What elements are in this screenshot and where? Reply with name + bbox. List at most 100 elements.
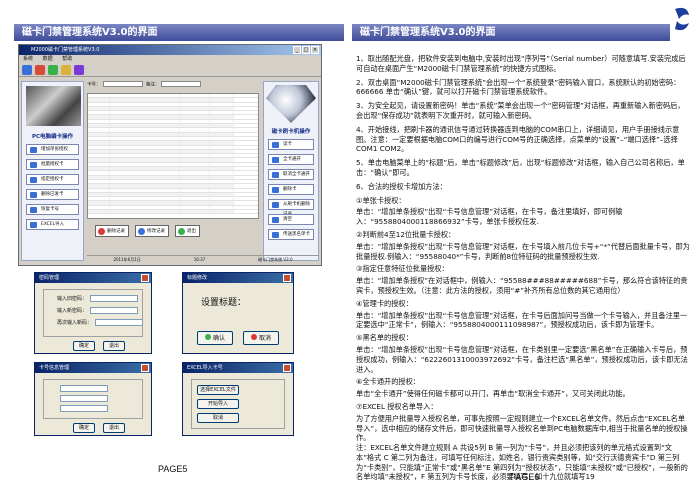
delete-card-button[interactable]: 删除已发卡 <box>26 189 79 200</box>
restore-card-button[interactable]: 恢复卡号 <box>26 204 79 215</box>
card-exit-button[interactable]: 退出 <box>103 423 125 433</box>
excel-dialog-titlebar: EXCEL导入卡号 <box>183 363 293 373</box>
table-cell <box>210 102 234 106</box>
send-blacklist-button[interactable]: 传送黑名单卡 <box>268 229 314 240</box>
add-single-auth-button[interactable]: 增加单张授权 <box>26 144 79 155</box>
table-cell <box>110 115 180 119</box>
table-cell <box>88 197 110 201</box>
table-cell <box>210 201 234 205</box>
step-4: 4、开始接线，把刷卡器的通讯信号通过转换器连到电脑的COM串口上，详细请见，用户… <box>356 124 680 154</box>
table-cell <box>210 128 234 132</box>
card-type-select[interactable] <box>60 395 108 402</box>
menu-help[interactable]: 帮助 <box>62 56 72 62</box>
card-number-input[interactable] <box>102 81 143 87</box>
exit-button[interactable]: 退出 <box>175 225 200 237</box>
confirm-password-input[interactable] <box>95 319 144 326</box>
reader-icon <box>272 217 279 223</box>
close-icon[interactable]: × <box>311 46 319 54</box>
table-row[interactable] <box>88 210 258 215</box>
start-import-button[interactable]: 开始导入 <box>197 399 239 409</box>
excel-import-dialog: EXCEL导入卡号 选择EXCEL文件 开始导入 取消 <box>182 362 294 436</box>
menu-system[interactable]: 系统 <box>23 56 33 62</box>
table-cell <box>180 192 210 197</box>
right-panel-title: 磁卡刷卡机操作 <box>271 129 311 135</box>
menu-data[interactable]: 数据 <box>43 56 53 62</box>
toolbar-icon-2[interactable] <box>35 64 45 75</box>
title-cancel-button[interactable]: 取消 <box>243 331 279 345</box>
table-cell <box>210 197 234 201</box>
table-cell <box>88 128 110 132</box>
delete-record-button[interactable]: 删除记录 <box>95 225 129 237</box>
card-ok-button[interactable]: 确定 <box>73 423 95 433</box>
auth-item-6: ⑥全卡通开的授权： 单击“全卡通开”使得任何磁卡都可以开门，再单击“取消全卡通开”… <box>356 377 630 399</box>
table-cell <box>110 210 180 214</box>
card-field-2 <box>57 395 108 402</box>
card-icon <box>30 162 37 168</box>
main-window-titlebar: M2000磁卡门禁管理系统V3.0 _ □ × <box>19 45 321 55</box>
table-cell <box>180 128 210 132</box>
toolbar-icon-1[interactable] <box>22 64 32 75</box>
title-modify-dialog: 标题修改 设置标题： 确认 取消 <box>182 272 294 354</box>
table-cell <box>210 111 234 115</box>
close-icon[interactable] <box>141 364 149 372</box>
card-icon <box>30 207 37 213</box>
step-6: 6、合法的授权卡增加方法： <box>356 181 447 191</box>
new-password-field: 输入新密码： <box>57 307 139 314</box>
all-pass-button[interactable]: 全卡通开 <box>268 154 314 165</box>
new-password-input[interactable] <box>90 307 139 314</box>
old-password-input[interactable] <box>90 295 139 302</box>
remark-input[interactable] <box>161 81 202 87</box>
auth-item-7: ⑦EXCEL 授权名单导入： 为了方便用户批量导入授权名单，可事先按照一定规则建立… <box>356 401 688 482</box>
excel-cancel-button[interactable]: 取消 <box>197 413 239 423</box>
specified-auth-button[interactable]: 指定授权卡 <box>26 174 79 185</box>
maximize-icon[interactable]: □ <box>302 46 310 54</box>
read-card-button[interactable]: 读卡 <box>268 139 314 150</box>
table-cell <box>110 128 180 132</box>
step-1: 1、取出随配光盘，把软件安装到电脑中,安装时出现“序列号”（Serial num… <box>356 54 686 73</box>
clear-button[interactable]: 清空 <box>268 214 314 225</box>
diamond-image <box>266 85 316 123</box>
toolbar-icon-5[interactable] <box>74 64 84 75</box>
table-cell <box>180 149 210 154</box>
card-remark-box[interactable] <box>60 405 108 412</box>
table-cell <box>88 201 110 205</box>
select-excel-button[interactable]: 选择EXCEL文件 <box>197 385 239 395</box>
table-cell <box>180 184 210 188</box>
reader-icon <box>272 187 279 193</box>
table-cell <box>110 167 180 171</box>
table-cell <box>110 102 180 106</box>
exit-icon <box>178 228 185 235</box>
step-5: 5、单击电脑菜单上的“标题”后，单击“标题修改”后，出现“标题修改”对话框，输入… <box>356 158 685 177</box>
close-icon[interactable] <box>141 274 149 282</box>
table-cell <box>180 167 210 171</box>
reader-delete-record-button[interactable]: 从刷卡机删除记录 <box>268 199 314 217</box>
excel-import-button[interactable]: EXCEL导入 <box>26 219 79 230</box>
reader-delete-card-button[interactable]: 删除卡 <box>268 184 314 195</box>
close-icon[interactable] <box>283 364 291 372</box>
minimize-icon[interactable]: _ <box>293 46 301 54</box>
cancel-all-pass-button[interactable]: 取消全卡通开 <box>268 169 314 180</box>
toolbar-icon-4[interactable] <box>61 64 71 75</box>
left-operation-panel: PC电脑编卡操作 增加单张授权 批量授权卡 指定授权卡 删除已发卡 恢复卡号 E… <box>21 81 84 261</box>
table-cell <box>88 124 110 128</box>
table-cell <box>210 132 234 136</box>
table-cell <box>210 124 234 128</box>
title-confirm-button[interactable]: 确认 <box>197 331 233 345</box>
table-cell <box>180 141 210 145</box>
table-cell <box>180 119 210 124</box>
card-field-1 <box>57 385 108 392</box>
password-exit-button[interactable]: 退出 <box>103 341 125 351</box>
password-ok-button[interactable]: 确定 <box>73 341 95 351</box>
toolbar <box>19 63 321 77</box>
auth-item-3: ③指定任意特征位批量授权： 单击：“增加单条授权”在对话框中，例输入：“95588… <box>356 264 688 295</box>
table-cell <box>88 179 110 184</box>
toolbar-icon-3[interactable] <box>48 64 58 75</box>
batch-auth-button[interactable]: 批量授权卡 <box>26 159 79 170</box>
old-password-field: 输入旧密码： <box>57 295 139 302</box>
close-icon[interactable] <box>283 274 291 282</box>
card-number-box[interactable] <box>60 385 108 392</box>
password-dialog: 密码管理 输入旧密码： 输入新密码： 再次输入新码： 确定 退出 <box>34 272 152 354</box>
edit-record-button[interactable]: 修改记录 <box>135 225 169 237</box>
table-cell <box>180 175 210 179</box>
table-cell <box>110 188 180 192</box>
